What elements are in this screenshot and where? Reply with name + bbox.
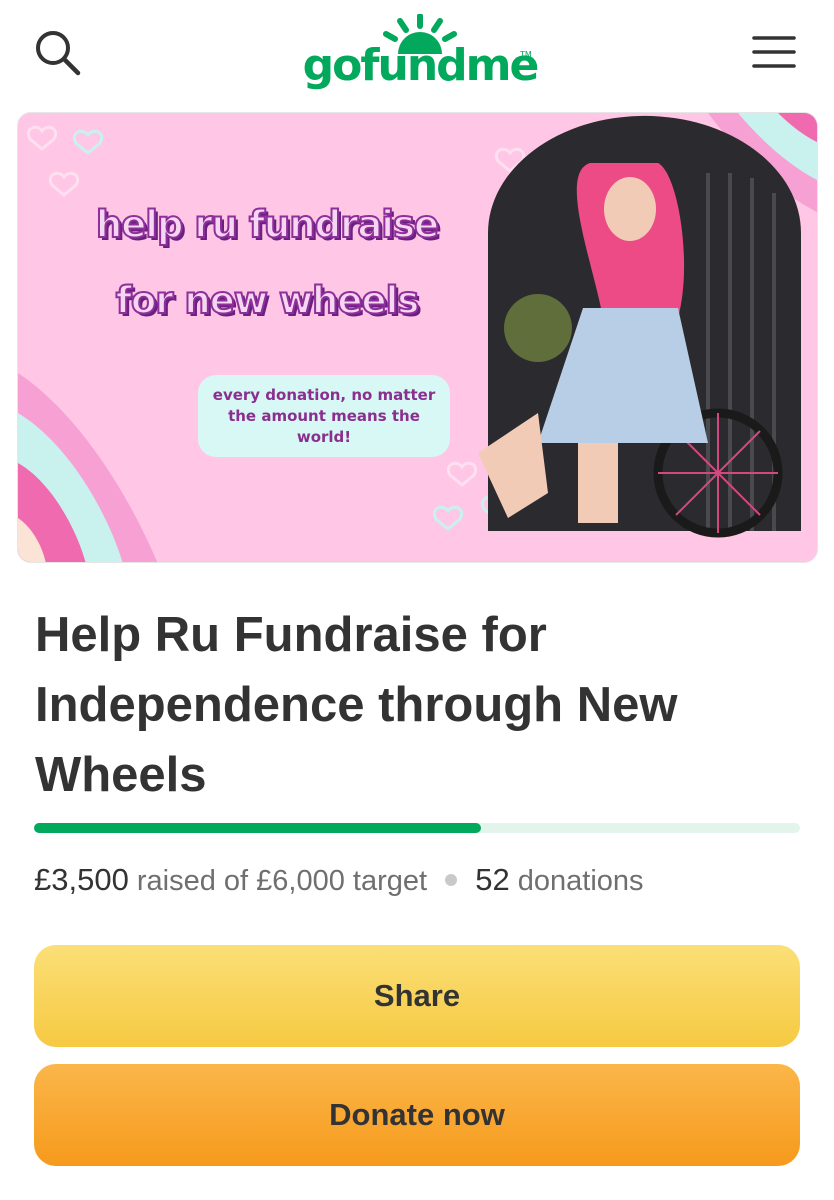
gofundme-logo[interactable]: gofundme TM [300,10,540,96]
share-button[interactable]: Share [34,945,800,1047]
top-nav: gofundme TM [0,0,834,110]
banner-note-line-3: world! [296,428,352,446]
campaign-hero-image[interactable]: help ru fundraise for new wheels every d… [17,112,818,563]
donate-now-button[interactable]: Donate now [34,1064,800,1166]
banner-note-line-1: every donation, no matter [212,386,436,404]
banner-note-line-2: the amount means the [228,407,420,425]
trademark-mark: TM [520,50,532,59]
fundraising-stats: £3,500 raised of £6,000 target 52 donati… [34,858,644,903]
banner-headline-line-2: for new wheels [115,278,421,323]
menu-button[interactable] [748,30,800,74]
banner-note: every donation, no matter the amount mea… [198,375,450,457]
banner-headline-line-1: help ru fundraise [95,202,440,247]
donation-label: donations [517,865,644,897]
campaign-title: Help Ru Fundraise for Independence throu… [35,608,678,802]
logo-wordmark: gofundme [302,40,540,91]
search-icon [36,31,81,76]
hero-artwork [18,113,817,562]
progress-bar [34,823,800,833]
donation-count: 52 [475,862,510,897]
hamburger-menu-icon [752,36,796,68]
progress-bar-fill [34,823,481,833]
target-text: raised of £6,000 target [136,865,428,897]
separator-dot-icon [445,874,458,887]
amount-raised: £3,500 [34,862,129,897]
search-button[interactable] [32,28,84,80]
